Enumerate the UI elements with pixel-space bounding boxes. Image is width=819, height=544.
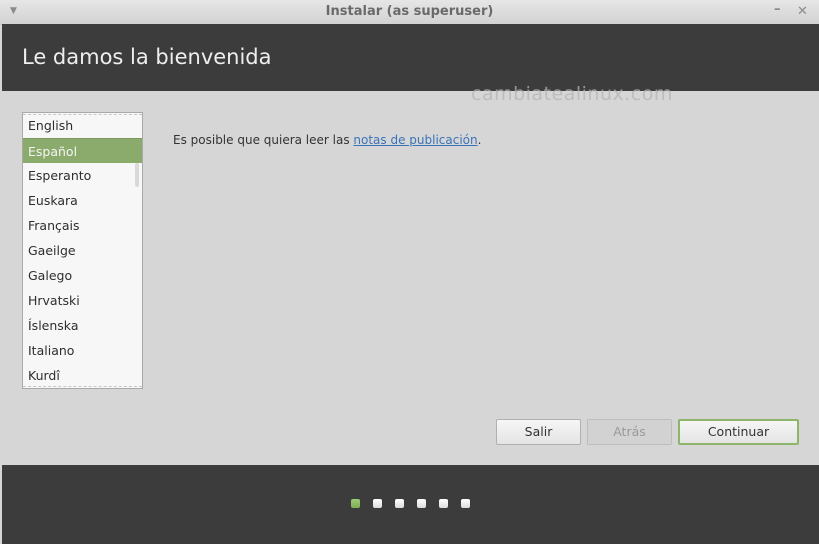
quit-button[interactable]: Salir: [496, 419, 581, 445]
page-title: Le damos la bienvenida: [22, 45, 272, 69]
release-notes-link[interactable]: notas de publicación: [353, 133, 477, 147]
list-bottom-border: [23, 386, 142, 387]
minimize-icon[interactable]: –: [774, 2, 781, 17]
language-item-italiano[interactable]: Italiano: [23, 338, 142, 363]
page-header: Le damos la bienvenida: [2, 24, 819, 91]
language-item-esperanto[interactable]: Esperanto: [23, 163, 142, 188]
release-notes-suffix: .: [477, 133, 482, 147]
release-notes-text: Es posible que quiera leer las notas de …: [173, 133, 481, 147]
close-icon[interactable]: ✕: [797, 4, 808, 19]
language-item-francais[interactable]: Français: [23, 213, 142, 238]
continue-button[interactable]: Continuar: [678, 419, 799, 445]
language-item-espanol[interactable]: Español: [23, 138, 142, 163]
back-button[interactable]: Atrás: [587, 419, 672, 445]
language-item-galego[interactable]: Galego: [23, 263, 142, 288]
progress-step-6: [461, 499, 470, 508]
language-list[interactable]: English Español Esperanto Euskara França…: [22, 112, 143, 389]
language-item-islenska[interactable]: Íslenska: [23, 313, 142, 338]
language-item-euskara[interactable]: Euskara: [23, 188, 142, 213]
window-title: Instalar (as superuser): [325, 4, 494, 19]
progress-step-4: [417, 499, 426, 508]
footer: [2, 465, 819, 544]
language-item-kurdi[interactable]: Kurdî: [23, 363, 142, 388]
progress-step-5: [439, 499, 448, 508]
list-scrollbar[interactable]: [135, 163, 139, 187]
release-notes-prefix: Es posible que quiera leer las: [173, 133, 354, 147]
progress-step-1: [351, 499, 360, 508]
language-item-gaeilge[interactable]: Gaeilge: [23, 238, 142, 263]
watermark: cambiatealinux.com: [471, 83, 673, 105]
language-item-english[interactable]: English: [23, 113, 142, 138]
progress-step-3: [395, 499, 404, 508]
window-titlebar: ▼ Instalar (as superuser) – ✕: [0, 0, 819, 25]
language-item-hrvatski[interactable]: Hrvatski: [23, 288, 142, 313]
progress-step-2: [373, 499, 382, 508]
